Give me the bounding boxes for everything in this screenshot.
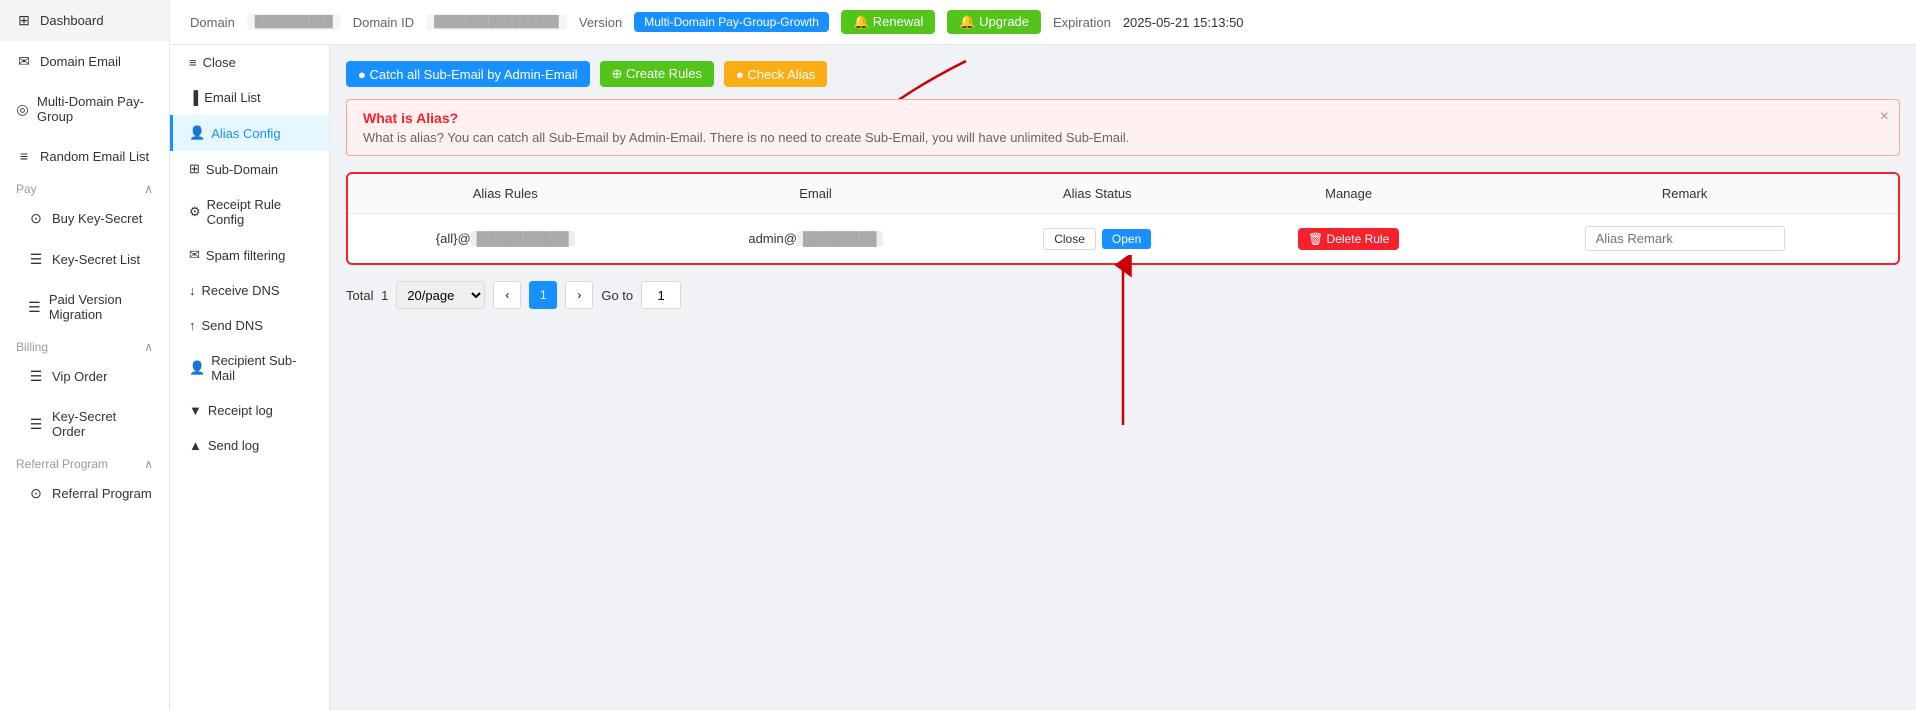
email-value: admin@████████ bbox=[748, 231, 882, 246]
goto-label: Go to bbox=[601, 288, 633, 303]
manage-cell: 🗑 Delete Rule bbox=[1226, 214, 1471, 264]
prev-page-button[interactable]: ‹ bbox=[493, 281, 521, 309]
next-page-button[interactable]: › bbox=[565, 281, 593, 309]
sub-nav-close[interactable]: ≡ Close bbox=[170, 45, 329, 80]
catch-all-button[interactable]: ● Catch all Sub-Email by Admin-Email bbox=[346, 61, 590, 87]
domain-value: ██████████ bbox=[247, 14, 341, 30]
create-rules-button[interactable]: ⊕ Create Rules bbox=[600, 61, 714, 87]
paid-migration-icon: ☰ bbox=[28, 299, 41, 316]
table-wrapper: Alias Rules Email Alias Status Manage Re… bbox=[346, 172, 1900, 265]
sidebar-section-billing[interactable]: Billing ∧ bbox=[0, 334, 169, 356]
sub-nav-send-log[interactable]: ▲ Send log bbox=[170, 428, 329, 463]
email-list-icon: ▐ bbox=[189, 90, 198, 105]
buy-key-icon: ⊙ bbox=[28, 210, 44, 227]
col-alias-status: Alias Status bbox=[968, 174, 1226, 214]
vip-order-icon: ☰ bbox=[28, 368, 44, 385]
table-row: {all}@██████████ admin@████████ Close Op… bbox=[348, 214, 1898, 264]
alias-table: Alias Rules Email Alias Status Manage Re… bbox=[348, 174, 1898, 263]
sidebar-item-multi-domain[interactable]: ◎ Multi-Domain Pay-Group bbox=[0, 82, 169, 136]
pagination: Total 1 20/page 50/page 100/page ‹ 1 › G… bbox=[346, 281, 1900, 309]
sidebar-item-referral-program[interactable]: ⊙ Referral Program bbox=[0, 473, 169, 514]
receipt-log-icon: ▼ bbox=[189, 403, 202, 418]
sidebar-item-key-secret-list[interactable]: ☰ Key-Secret List bbox=[0, 239, 169, 280]
alias-config-icon: 👤 bbox=[189, 125, 205, 141]
alert-close-button[interactable]: × bbox=[1880, 108, 1889, 126]
sidebar-item-buy-key-secret[interactable]: ⊙ Buy Key-Secret bbox=[0, 198, 169, 239]
open-status-button[interactable]: Open bbox=[1102, 229, 1151, 249]
sub-nav-recipient-sub-mail[interactable]: 👤 Recipient Sub-Mail bbox=[170, 343, 329, 393]
sidebar-item-vip-order[interactable]: ☰ Vip Order bbox=[0, 356, 169, 397]
domain-label: Domain bbox=[190, 15, 235, 30]
random-email-icon: ≡ bbox=[16, 148, 32, 164]
alias-table-container: Alias Rules Email Alias Status Manage Re… bbox=[346, 172, 1900, 265]
alias-rules-cell: {all}@██████████ bbox=[348, 214, 663, 264]
sub-nav-sub-domain[interactable]: ⊞ Sub-Domain bbox=[170, 151, 329, 187]
sub-nav: ≡ Close ▐ Email List 👤 Alias Config ⊞ Su… bbox=[170, 45, 330, 710]
col-email: Email bbox=[663, 174, 969, 214]
total-label: Total 1 bbox=[346, 288, 388, 303]
alert-title: What is Alias? bbox=[363, 110, 1883, 126]
sidebar-item-domain-email[interactable]: ✉ Domain Email bbox=[0, 41, 169, 82]
per-page-select[interactable]: 20/page 50/page 100/page bbox=[396, 281, 485, 309]
delete-rule-button[interactable]: 🗑 Delete Rule bbox=[1298, 228, 1399, 250]
alert-banner: What is Alias? What is alias? You can ca… bbox=[346, 99, 1900, 156]
sub-nav-send-dns[interactable]: ↑ Send DNS bbox=[170, 308, 329, 343]
sidebar: ⊞ Dashboard ✉ Domain Email ◎ Multi-Domai… bbox=[0, 0, 170, 710]
main-area: Domain ██████████ Domain ID ████████████… bbox=[170, 0, 1916, 710]
sub-nav-receipt-log[interactable]: ▼ Receipt log bbox=[170, 393, 329, 428]
version-label: Version bbox=[579, 15, 622, 30]
content-area: ● Catch all Sub-Email by Admin-Email ⊕ C… bbox=[330, 45, 1916, 710]
sub-nav-receipt-rule[interactable]: ⚙ Receipt Rule Config bbox=[170, 187, 329, 237]
upgrade-button[interactable]: 🔔 Upgrade bbox=[947, 10, 1041, 34]
close-status-button[interactable]: Close bbox=[1043, 228, 1096, 250]
renewal-button[interactable]: 🔔 Renewal bbox=[841, 10, 935, 34]
sidebar-item-key-secret-order[interactable]: ☰ Key-Secret Order bbox=[0, 397, 169, 451]
sidebar-item-random-email[interactable]: ≡ Random Email List bbox=[0, 136, 169, 176]
col-manage: Manage bbox=[1226, 174, 1471, 214]
key-secret-order-icon: ☰ bbox=[28, 416, 44, 433]
spam-icon: ✉ bbox=[189, 247, 200, 263]
alert-text: What is alias? You can catch all Sub-Ema… bbox=[363, 130, 1883, 145]
sub-nav-email-list[interactable]: ▐ Email List bbox=[170, 80, 329, 115]
close-nav-icon: ≡ bbox=[189, 55, 197, 70]
sub-nav-alias-config[interactable]: 👤 Alias Config bbox=[170, 115, 329, 151]
send-dns-icon: ↑ bbox=[189, 318, 196, 333]
send-log-icon: ▲ bbox=[189, 438, 202, 453]
expiration-value: 2025-05-21 15:13:50 bbox=[1123, 15, 1244, 30]
check-alias-button[interactable]: ● Check Alias bbox=[724, 61, 827, 87]
version-badge: Multi-Domain Pay-Group-Growth bbox=[634, 12, 829, 32]
col-alias-rules: Alias Rules bbox=[348, 174, 663, 214]
sidebar-section-referral[interactable]: Referral Program ∧ bbox=[0, 451, 169, 473]
referral-icon: ⊙ bbox=[28, 485, 44, 502]
col-remark: Remark bbox=[1471, 174, 1898, 214]
domain-email-icon: ✉ bbox=[16, 53, 32, 70]
dashboard-icon: ⊞ bbox=[16, 12, 32, 29]
sub-layout: ≡ Close ▐ Email List 👤 Alias Config ⊞ Su… bbox=[170, 45, 1916, 710]
action-bar-container: ● Catch all Sub-Email by Admin-Email ⊕ C… bbox=[346, 61, 1900, 87]
alias-rules-value: {all}@██████████ bbox=[436, 231, 575, 246]
top-header: Domain ██████████ Domain ID ████████████… bbox=[170, 0, 1916, 45]
remark-cell bbox=[1471, 214, 1898, 264]
sub-domain-icon: ⊞ bbox=[189, 161, 200, 177]
action-bar: ● Catch all Sub-Email by Admin-Email ⊕ C… bbox=[346, 61, 1900, 87]
alias-remark-input[interactable] bbox=[1585, 226, 1785, 251]
recipient-icon: 👤 bbox=[189, 360, 205, 376]
email-cell: admin@████████ bbox=[663, 214, 969, 264]
domain-id-label: Domain ID bbox=[353, 15, 414, 30]
receipt-rule-icon: ⚙ bbox=[189, 204, 201, 220]
sub-nav-receive-dns[interactable]: ↓ Receive DNS bbox=[170, 273, 329, 308]
alias-status-cell: Close Open bbox=[968, 214, 1226, 264]
sub-nav-spam-filtering[interactable]: ✉ Spam filtering bbox=[170, 237, 329, 273]
key-list-icon: ☰ bbox=[28, 251, 44, 268]
domain-id-value: ████████████████ bbox=[426, 14, 567, 30]
sidebar-section-pay[interactable]: Pay ∧ bbox=[0, 176, 169, 198]
expiration-label: Expiration bbox=[1053, 15, 1111, 30]
multi-domain-icon: ◎ bbox=[16, 101, 29, 118]
sidebar-item-dashboard[interactable]: ⊞ Dashboard bbox=[0, 0, 169, 41]
goto-input[interactable] bbox=[641, 281, 681, 309]
sidebar-item-paid-version-migration[interactable]: ☰ Paid Version Migration bbox=[0, 280, 169, 334]
receive-dns-icon: ↓ bbox=[189, 283, 196, 298]
page-1-button[interactable]: 1 bbox=[529, 281, 557, 309]
